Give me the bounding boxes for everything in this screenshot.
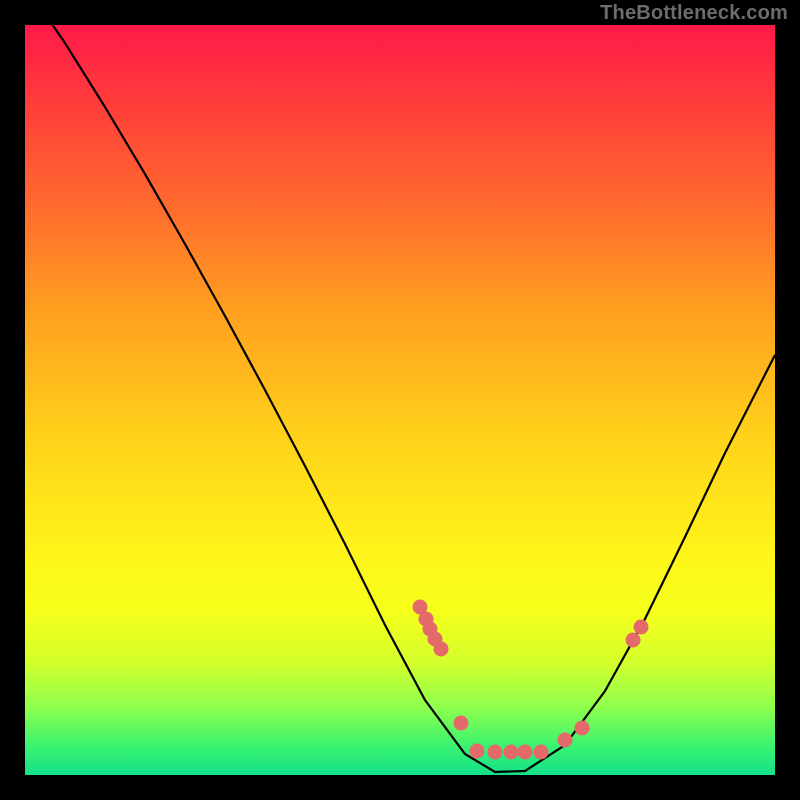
marker-dot [534,745,549,760]
bottleneck-curve [25,0,775,772]
marker-dot [470,744,485,759]
chart-overlay [25,25,775,775]
marker-dot [434,642,449,657]
marker-dot [454,716,469,731]
marker-dot [488,745,503,760]
marker-dot [575,721,590,736]
outer-frame: TheBottleneck.com [0,0,800,800]
marker-dot [518,745,533,760]
marker-dots [413,600,649,760]
marker-dot [558,733,573,748]
marker-dot [626,633,641,648]
marker-dot [504,745,519,760]
marker-dot [634,620,649,635]
attribution-text: TheBottleneck.com [600,2,788,25]
